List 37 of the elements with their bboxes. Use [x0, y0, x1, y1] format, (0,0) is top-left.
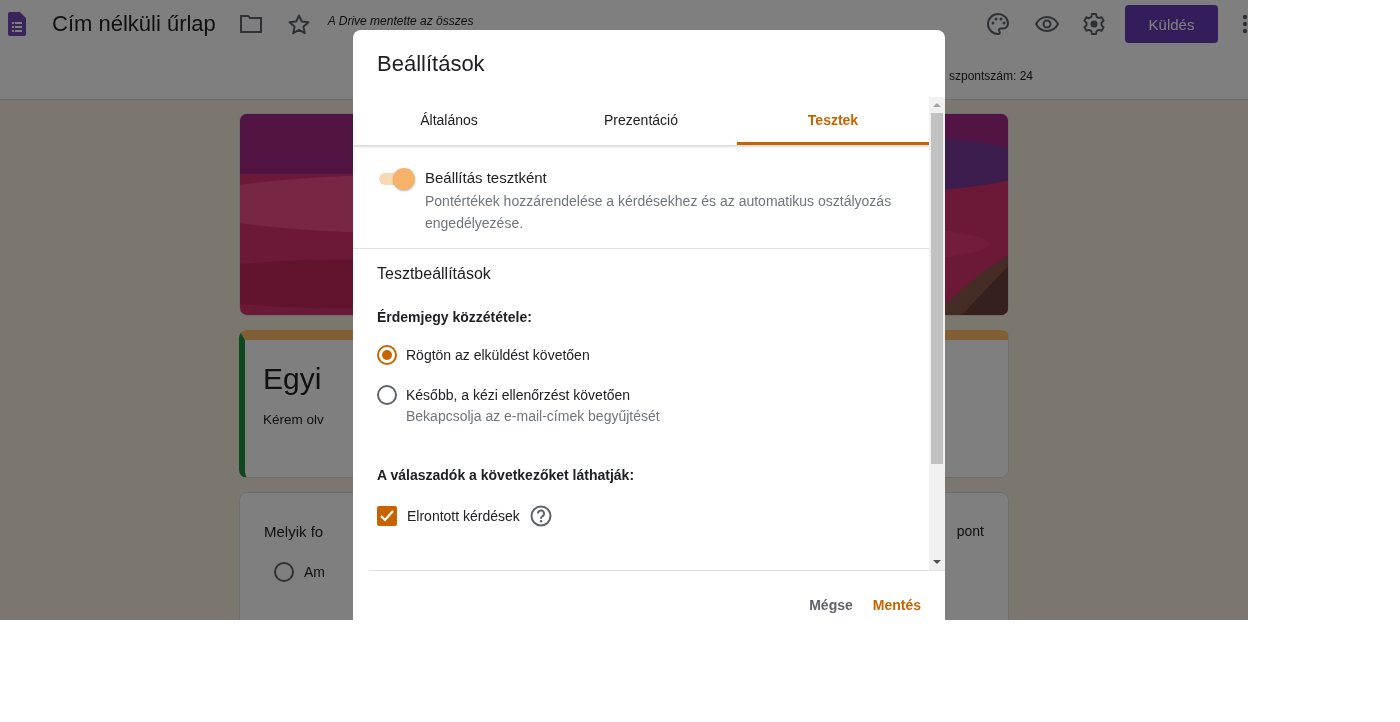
group-label: A válaszadók a következőket láthatják: [377, 467, 635, 483]
checkbox-label: Elrontott kérdések [407, 507, 520, 526]
radio-button[interactable] [377, 345, 397, 365]
dialog-title: Beállítások [376, 50, 486, 78]
option-label: Am [304, 564, 325, 580]
cancel-button[interactable]: Mégse [801, 591, 861, 619]
toggle-label: Beállítás tesztként [425, 169, 548, 186]
settings-icon[interactable] [1083, 13, 1105, 35]
eye-icon[interactable] [1035, 16, 1059, 32]
forms-logo-icon[interactable] [8, 12, 26, 36]
radio-hint: Bekapcsolja az e-mail-címek begyűjtését [406, 407, 660, 426]
toggle-description: Pontértékek hozzárendelése a kérdésekhez és az automatikus osztályozás engedélyezése. [425, 192, 893, 233]
group-label: Érdemjegy közzététele: [377, 309, 532, 325]
toggle-switch[interactable] [377, 168, 415, 190]
radio-label: Rögtön az elküldést követően [406, 346, 590, 365]
question-text: Melyik fo [264, 523, 324, 540]
palette-icon[interactable] [987, 13, 1009, 35]
section-title: Tesztbeállítások [377, 265, 491, 283]
checkbox[interactable] [377, 506, 397, 526]
form-description: Kérem olv [263, 412, 324, 427]
form-heading: Egyi [263, 362, 322, 396]
points-label: pont [956, 523, 984, 540]
scrollbar[interactable] [929, 97, 945, 570]
total-points: szpontszám: 24 [948, 68, 1033, 83]
tab[interactable]: Általános [353, 97, 545, 145]
radio-button[interactable] [377, 385, 397, 405]
more-icon[interactable] [1242, 14, 1248, 34]
star-icon[interactable] [287, 13, 310, 35]
save-button[interactable]: Mentés [864, 591, 929, 619]
form-title[interactable]: Cím nélküli űrlap [52, 11, 216, 37]
radio-label: Később, a kézi ellenőrzést követően [406, 386, 632, 405]
tab[interactable]: Prezentáció [545, 97, 737, 145]
save-status: A Drive mentette az összes [327, 14, 475, 28]
radio-button[interactable] [274, 562, 294, 582]
help-icon[interactable] [529, 505, 552, 527]
send-button[interactable]: Küldés [1125, 5, 1218, 43]
folder-icon[interactable] [239, 15, 262, 33]
